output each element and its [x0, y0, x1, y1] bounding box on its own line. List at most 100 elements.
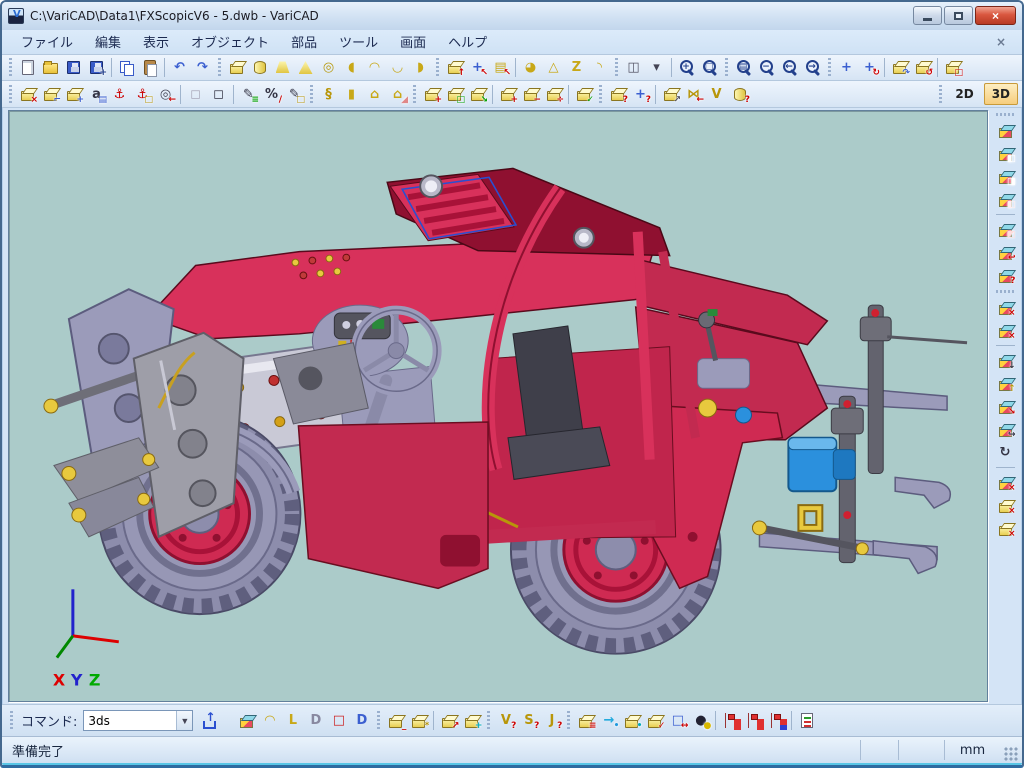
render-drops-button[interactable]: ●● — [689, 709, 712, 732]
solid-cylinder-button[interactable] — [248, 56, 271, 79]
transform-part-button[interactable]: □↔ — [666, 709, 689, 732]
toolbar-grip[interactable] — [939, 85, 942, 104]
insert-block-button[interactable] — [235, 709, 258, 732]
snap-mode-button[interactable]: ◎← — [154, 83, 177, 106]
toolbar-grip[interactable] — [218, 58, 221, 77]
toolbar-grip[interactable] — [9, 85, 12, 104]
union-solids-button[interactable]: + — [496, 83, 519, 106]
save-all-button[interactable]: + — [85, 56, 108, 79]
toolbar-grip[interactable] — [615, 58, 618, 77]
solid-pipe-elbow-3-button[interactable]: ◡ — [386, 56, 409, 79]
cut-solids-button[interactable]: ÷ — [542, 83, 565, 106]
drill-tool-button[interactable]: ▮ — [340, 83, 363, 106]
workplane-add-button[interactable]: + — [460, 709, 483, 732]
hide-solid-button[interactable]: ◨ — [994, 165, 1017, 188]
insert-anchor-group-button[interactable]: ⚓□ — [131, 83, 154, 106]
solid-pipe-elbow-button[interactable]: ◖ — [340, 56, 363, 79]
save-to-file-button[interactable]: ↑ — [994, 372, 1017, 395]
insert-flange-button[interactable]: +↖ — [466, 56, 489, 79]
paste-solid-button[interactable]: ↘ — [466, 83, 489, 106]
undo-button[interactable]: ↶ — [168, 56, 191, 79]
menubar-close-icon[interactable]: × — [990, 35, 1012, 49]
pan-view-button[interactable]: + — [835, 56, 858, 79]
zoom-window-button[interactable]: − — [755, 56, 778, 79]
resize-grip[interactable] — [1004, 747, 1018, 761]
set-color-button[interactable]: ✎≡ — [237, 83, 260, 106]
sketch-base-star-button[interactable]: * — [407, 709, 430, 732]
paste-button[interactable] — [138, 56, 161, 79]
solid-box-button[interactable] — [225, 56, 248, 79]
view-cube-button[interactable]: ◫ — [622, 56, 645, 79]
l-profile-button[interactable]: L — [281, 709, 304, 732]
section-frame-button[interactable]: □ — [327, 709, 350, 732]
subtract-solids-button[interactable]: − — [519, 83, 542, 106]
unload-solid-button[interactable]: × — [994, 296, 1017, 319]
solid-pyramid-button[interactable]: △ — [542, 56, 565, 79]
restore-button[interactable] — [944, 6, 973, 25]
view-query-button[interactable]: ? — [994, 264, 1017, 287]
run-command-button[interactable]: ↑ — [199, 710, 221, 732]
copy-button[interactable] — [115, 56, 138, 79]
menu-tools[interactable]: ツール — [330, 30, 387, 53]
set-transparency-button[interactable]: %/ — [260, 83, 283, 106]
part-list-button[interactable]: ≡ — [574, 709, 597, 732]
zoom-solids-button[interactable]: □ — [698, 56, 721, 79]
insert-anchor-button[interactable]: ⚓ — [108, 83, 131, 106]
cylinder-query-button[interactable]: ? — [728, 83, 751, 106]
toolbar-grip[interactable] — [9, 58, 12, 77]
highlight-solid-button[interactable]: ◩ — [994, 218, 1017, 241]
toolbar-grip[interactable] — [487, 711, 490, 730]
d-profile-2-button[interactable]: D — [350, 709, 373, 732]
zoom-all-button[interactable]: ▤ — [732, 56, 755, 79]
spec-list-button[interactable] — [795, 709, 818, 732]
rotate-solids-button[interactable]: ↺ — [911, 56, 934, 79]
command-dropdown-button[interactable]: ▼ — [176, 711, 192, 730]
toolbar-grip[interactable] — [828, 58, 831, 77]
pipe-tool-button[interactable]: ◠ — [258, 709, 281, 732]
solid-cone-button[interactable] — [294, 56, 317, 79]
delete-solid-button[interactable]: × — [16, 83, 39, 106]
command-input[interactable] — [84, 711, 176, 730]
solid-sphere-segment-button[interactable]: ◕ — [519, 56, 542, 79]
mode-2d-button[interactable]: 2D — [947, 83, 981, 105]
save-file-button[interactable] — [62, 56, 85, 79]
load-from-file-button[interactable]: ↓ — [994, 349, 1017, 372]
menu-help[interactable]: ヘルプ — [439, 30, 496, 53]
toolbar-grip[interactable] — [725, 58, 728, 77]
toolbar-grip[interactable] — [413, 85, 416, 104]
solid-curved-pipe-button[interactable]: ◝ — [588, 56, 611, 79]
query-j-button[interactable]: J? — [540, 709, 563, 732]
check-interference-button[interactable]: ✓ — [572, 83, 595, 106]
move-solid-button[interactable]: + — [62, 83, 85, 106]
show-solid-button[interactable]: ◧ — [994, 188, 1017, 211]
mirror-solid-button[interactable]: ⋈← — [682, 83, 705, 106]
zoom-in-button[interactable]: + — [675, 56, 698, 79]
extrude-solid-button[interactable]: ↑ — [443, 56, 466, 79]
solid-pipe-elbow-2-button[interactable]: ◠ — [363, 56, 386, 79]
viewport-3d[interactable]: X Y Z — [8, 110, 988, 702]
title-bar[interactable]: C:\VariCAD\Data1\FXScopicV6 - 5.dwb - Va… — [2, 2, 1022, 30]
assembly-list-2-button[interactable] — [765, 709, 788, 732]
assembly-tree-button[interactable] — [719, 709, 742, 732]
check-part-button[interactable]: ✓ — [643, 709, 666, 732]
menu-file[interactable]: ファイル — [12, 30, 82, 53]
sketch-base-button[interactable]: _ — [384, 709, 407, 732]
query-s-button[interactable]: S? — [517, 709, 540, 732]
new-file-button[interactable] — [16, 56, 39, 79]
solid-half-ellipsoid-button[interactable]: ◗ — [409, 56, 432, 79]
view-cube-menu-button[interactable]: ▾ — [645, 56, 668, 79]
insert-node-button[interactable]: • — [620, 709, 643, 732]
insert-sheet-button[interactable]: ▤↖ — [489, 56, 512, 79]
toolbar-grip[interactable] — [436, 58, 439, 77]
rotate-view-button[interactable]: +↻ — [858, 56, 881, 79]
solid-frustum-button[interactable] — [271, 56, 294, 79]
shaded-display-button[interactable]: ◻ — [207, 83, 230, 106]
axes-info-button[interactable]: +? — [629, 83, 652, 106]
measure-distance-button[interactable]: ↗ — [659, 83, 682, 106]
mode-3d-button[interactable]: 3D — [984, 83, 1018, 105]
insert-solid-button[interactable]: + — [420, 83, 443, 106]
roof-solid-button[interactable]: ⌂ — [363, 83, 386, 106]
query-v-button[interactable]: V? — [494, 709, 517, 732]
import-solid-button[interactable]: ↪ — [994, 418, 1017, 441]
toolbar-grip[interactable] — [996, 290, 1015, 293]
